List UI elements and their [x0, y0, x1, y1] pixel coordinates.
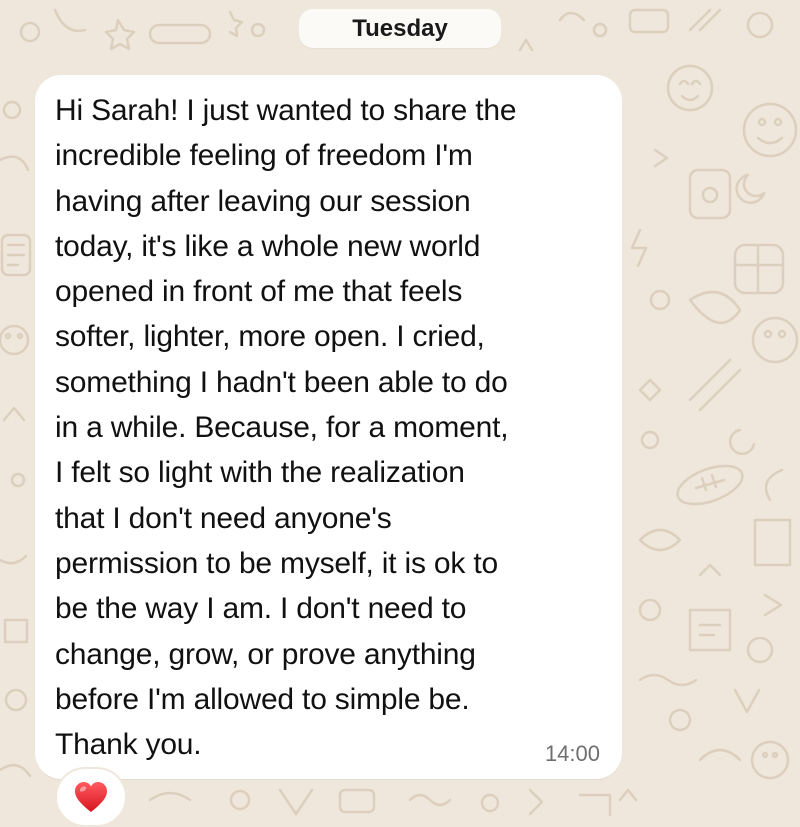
message-line: having after leaving our session [55, 184, 471, 218]
message-line: permission to be myself, it is ok to [55, 546, 498, 580]
message-line: before I'm allowed to simple be. [55, 682, 470, 716]
message-timestamp: 14:00 [544, 741, 600, 766]
message-line: change, grow, or prove anything [55, 637, 476, 671]
message-line: softer, lighter, more open. I cried, [55, 320, 485, 354]
message-reaction[interactable] [57, 769, 125, 825]
message-line: Thank you. [55, 728, 202, 762]
message-line: today, it's like a whole new world [55, 229, 481, 263]
message-line: something I hadn't been able to do [55, 365, 508, 399]
date-separator: Tuesday [299, 9, 501, 48]
message-line: Hi Sarah! I just wanted to share the [55, 94, 517, 127]
message-text: Hi Sarah! I just wanted to share the inc… [55, 88, 610, 767]
message-line: in a while. Because, for a moment, [55, 411, 509, 445]
message-line: be the way I am. I don't need to [55, 592, 467, 626]
message-line: that I don't need anyone's [55, 501, 392, 535]
red-heart-icon [75, 782, 107, 812]
message-bubble[interactable]: Hi Sarah! I just wanted to share the inc… [35, 75, 622, 779]
message-line: opened in front of me that feels [55, 275, 463, 309]
message-line: incredible feeling of freedom I'm [55, 139, 473, 173]
message-line: I felt so light with the realization [55, 456, 465, 490]
